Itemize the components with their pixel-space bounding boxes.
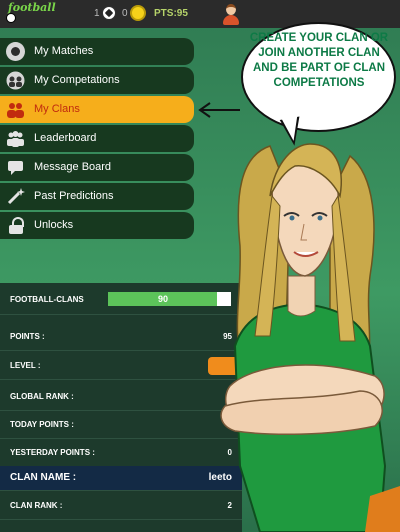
menu-item-label: Past Predictions [34, 190, 114, 202]
soccer-ball-icon [102, 6, 116, 20]
girl-character-illustration [220, 143, 400, 532]
stat-label: GLOBAL RANK : [10, 392, 74, 401]
group-icon [6, 71, 25, 90]
menu-item-my-matches[interactable]: My Matches [0, 38, 194, 65]
menu-item-label: My Clans [34, 103, 80, 115]
menu-item-label: My Competations [34, 74, 120, 86]
app-logo[interactable]: football [4, 2, 56, 26]
coins-count: 0 [122, 8, 128, 19]
promo-text: CREATE YOUR CLAN OR JOIN ANOTHER CLAN AN… [249, 32, 389, 89]
leaderboard-people-icon [6, 129, 25, 148]
menu-item-label: My Matches [34, 45, 94, 57]
stat-label: POINTS : [10, 332, 45, 341]
menu-item-my-clans[interactable]: My Clans [0, 96, 194, 123]
stat-label: YESTERDAY POINTS : [10, 448, 95, 457]
logo-ball-icon [6, 13, 16, 23]
menu-item-my-competations[interactable]: My Competations [0, 67, 194, 94]
menu-item-message-board[interactable]: Message Board [0, 154, 194, 181]
speech-bubble-icon [6, 158, 25, 177]
goals-count: 1 [94, 8, 100, 19]
clan-people-icon [6, 100, 25, 119]
logo-text: football [8, 1, 56, 14]
menu-item-label: Message Board [34, 161, 112, 173]
menu-item-past-predictions[interactable]: Past Predictions [0, 183, 194, 210]
menu-item-label: Unlocks [34, 219, 74, 231]
menu-item-label: Leaderboard [34, 132, 97, 144]
menu-item-unlocks[interactable]: Unlocks [0, 212, 194, 239]
coin-icon [130, 5, 146, 21]
stat-label: CLAN NAME : [10, 472, 77, 483]
side-menu: My Matches My Competations My Clans Lead… [0, 38, 194, 241]
user-avatar[interactable] [220, 3, 242, 25]
menu-item-leaderboard[interactable]: Leaderboard [0, 125, 194, 152]
stat-label: TODAY POINTS : [10, 420, 74, 429]
stat-label: FOOTBALL-CLANS [10, 295, 84, 304]
stat-label: CLAN RANK : [10, 501, 63, 510]
soccer-ball-icon [6, 42, 25, 61]
magic-wand-icon [6, 187, 25, 206]
stat-label: LEVEL : [10, 361, 41, 370]
points-display: PTS:95 [154, 8, 188, 19]
pointer-arrow-icon [198, 102, 240, 118]
unlock-icon [6, 216, 25, 235]
